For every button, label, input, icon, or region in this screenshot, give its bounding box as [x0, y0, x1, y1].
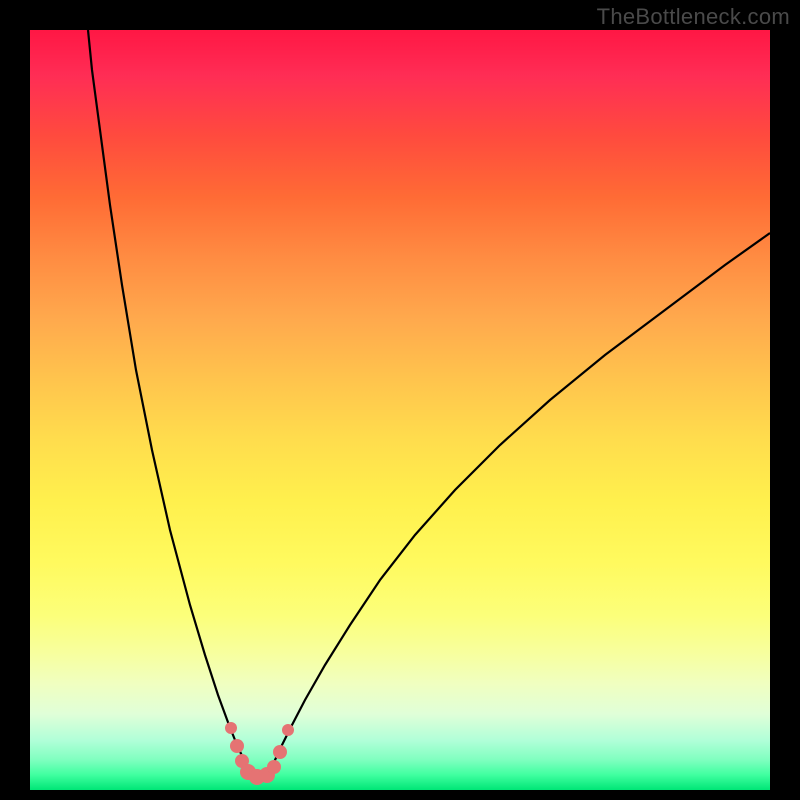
watermark-text: TheBottleneck.com	[597, 4, 790, 30]
left-curve	[88, 30, 250, 770]
chart-container	[30, 30, 770, 790]
right-curve	[270, 233, 770, 770]
curve-marker	[225, 722, 237, 734]
curve-marker	[230, 739, 244, 753]
curve-marker	[267, 760, 281, 774]
curve-marker	[273, 745, 287, 759]
chart-curves	[30, 30, 770, 790]
valley-markers	[225, 722, 294, 785]
curve-marker	[282, 724, 294, 736]
